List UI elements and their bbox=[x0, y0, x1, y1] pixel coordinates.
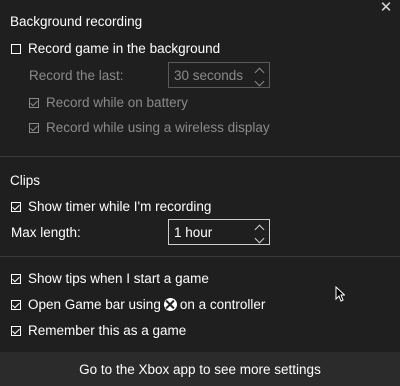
show-tips-checkbox[interactable]: Show tips when I start a game bbox=[11, 271, 209, 286]
section-divider bbox=[0, 156, 400, 157]
xbox-button-icon bbox=[163, 298, 177, 311]
spinner-icon bbox=[254, 66, 265, 87]
open-game-bar-label-before: Open Game bar using bbox=[28, 297, 161, 312]
max-length-label: Max length: bbox=[11, 225, 81, 240]
show-tips-label: Show tips when I start a game bbox=[28, 271, 209, 286]
spinner-icon bbox=[254, 223, 265, 244]
record-on-battery-checkbox[interactable]: Record while on battery bbox=[29, 95, 188, 110]
show-timer-label: Show timer while I'm recording bbox=[28, 199, 212, 214]
xbox-app-link-button[interactable]: Go to the Xbox app to see more settings bbox=[0, 352, 400, 386]
checkbox-box bbox=[11, 273, 21, 284]
max-length-value: 1 hour bbox=[174, 224, 213, 240]
max-length-dropdown[interactable]: 1 hour bbox=[168, 219, 270, 245]
section-divider bbox=[0, 256, 400, 257]
record-on-battery-label: Record while on battery bbox=[46, 95, 188, 110]
checkbox-box bbox=[11, 201, 21, 212]
record-wireless-checkbox[interactable]: Record while using a wireless display bbox=[29, 120, 270, 135]
checkbox-box bbox=[11, 299, 21, 310]
record-last-label: Record the last: bbox=[29, 68, 124, 83]
open-game-bar-label-after: on a controller bbox=[179, 297, 266, 312]
record-in-background-checkbox[interactable]: Record game in the background bbox=[11, 41, 220, 56]
checkbox-box bbox=[11, 325, 21, 336]
record-last-value: 30 seconds bbox=[174, 67, 244, 83]
xbox-app-link-label: Go to the Xbox app to see more settings bbox=[79, 361, 321, 377]
close-button[interactable]: ✕ bbox=[376, 0, 396, 18]
open-game-bar-checkbox[interactable]: Open Game bar using on a controller bbox=[11, 297, 265, 312]
checkbox-box bbox=[29, 97, 39, 108]
show-timer-checkbox[interactable]: Show timer while I'm recording bbox=[11, 199, 211, 214]
record-last-dropdown[interactable]: 30 seconds bbox=[168, 62, 270, 88]
background-recording-title: Background recording bbox=[10, 14, 143, 29]
clips-title: Clips bbox=[10, 173, 41, 188]
record-in-background-label: Record game in the background bbox=[28, 41, 221, 56]
remember-game-checkbox[interactable]: Remember this as a game bbox=[11, 323, 186, 338]
mouse-cursor-icon bbox=[335, 286, 345, 302]
close-icon: ✕ bbox=[379, 0, 393, 16]
checkbox-box bbox=[29, 122, 39, 133]
game-bar-settings-panel: ✕ Background recording Record game in th… bbox=[0, 0, 400, 386]
record-wireless-label: Record while using a wireless display bbox=[46, 120, 270, 135]
checkbox-box bbox=[11, 43, 21, 54]
remember-game-label: Remember this as a game bbox=[28, 323, 187, 338]
